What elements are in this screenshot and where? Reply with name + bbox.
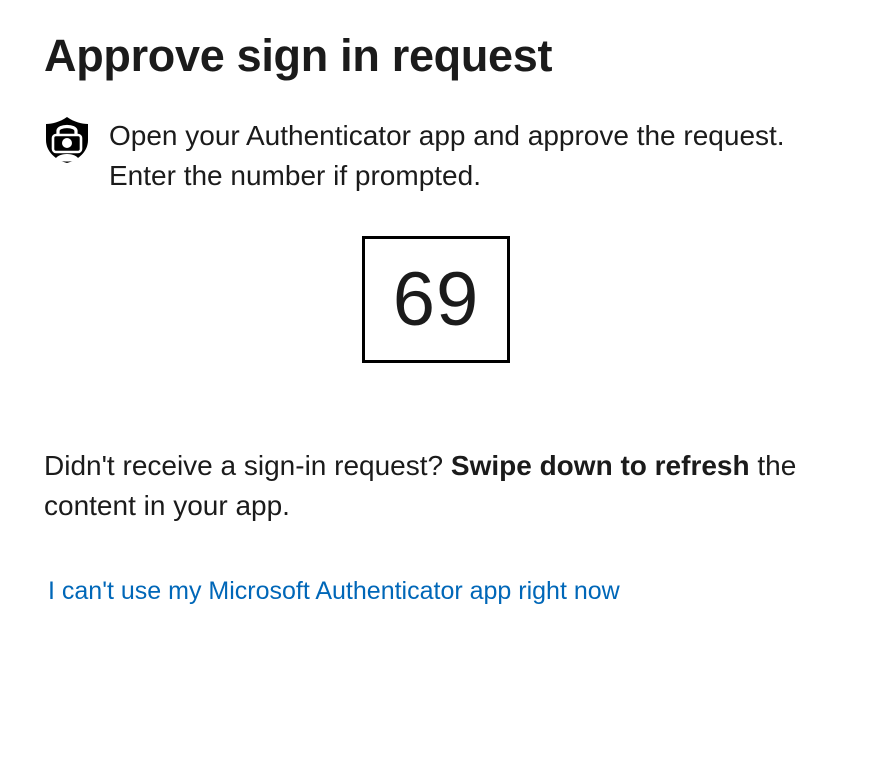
authenticator-lock-icon (44, 116, 90, 164)
instruction-text: Open your Authenticator app and approve … (109, 120, 785, 191)
page-title: Approve sign in request (44, 30, 553, 81)
number-match-display: 69 (362, 236, 510, 363)
refresh-hint-emphasis: Swipe down to refresh (450, 450, 750, 481)
refresh-hint-prefix: Didn't receive a sign-in request? (44, 450, 451, 481)
cant-use-authenticator-link[interactable]: I can't use my Microsoft Authenticator a… (48, 574, 620, 608)
refresh-hint: Didn't receive a sign-in request? Swipe … (44, 446, 844, 526)
